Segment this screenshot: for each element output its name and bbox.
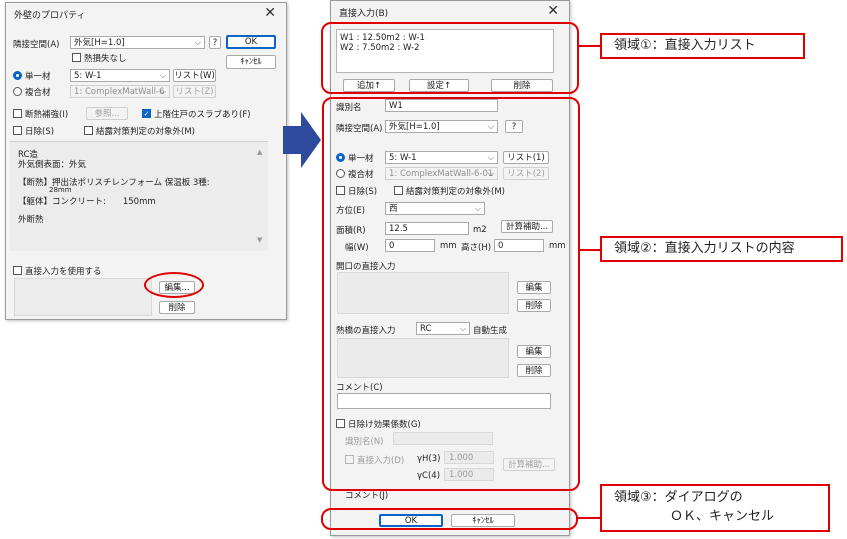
shade-checkbox[interactable] <box>13 126 22 135</box>
info-scrollbar[interactable]: ▲ ▼ <box>256 148 266 246</box>
info-line: 外断熱 <box>18 215 44 225</box>
condensation-checkbox[interactable] <box>84 126 93 135</box>
thermal-loss-label: 熱損失なし <box>84 54 127 64</box>
upper-slab-checkbox[interactable]: ✓ <box>142 109 151 118</box>
chevron-down-icon: ⌵ <box>159 87 166 96</box>
info-line: 【断熱】押出法ポリスチレンフォーム 保温板 3種: <box>18 178 210 188</box>
composite-material-value: 1: ComplexMatWall-6 <box>74 87 165 97</box>
single-material-select[interactable]: 5: W-1 ⌵ <box>70 69 170 82</box>
delete-button[interactable]: 削除 <box>159 301 195 314</box>
dialog-title: 直接入力(B) <box>339 9 389 19</box>
single-material-radio[interactable] <box>13 71 22 80</box>
adjacent-space-label: 隣接空間(A) <box>13 40 60 50</box>
region-2-connector <box>580 249 600 251</box>
condensation-label: 結露対策判定の対象外(M) <box>96 127 195 137</box>
adjacent-space-value: 外気[H=1.0] <box>74 38 125 48</box>
region-1-callout: 領域①：直接入力リスト <box>600 33 805 59</box>
region-2-callout: 領域②：直接入力リストの内容 <box>600 236 843 262</box>
direct-input-checkbox[interactable] <box>13 266 22 275</box>
insulation-checkbox[interactable] <box>13 109 22 118</box>
region-1-connector <box>579 45 600 47</box>
direct-input-preview <box>14 278 152 316</box>
list-w-button[interactable]: リスト(W) <box>173 69 216 82</box>
region-2-text: 領域②：直接入力リストの内容 <box>614 241 795 256</box>
direct-input-label: 直接入力を使用する <box>25 267 102 277</box>
adjacent-space-select[interactable]: 外気[H=1.0] ⌵ <box>70 36 205 49</box>
close-icon[interactable]: ✕ <box>547 3 559 19</box>
reference-button[interactable]: 参照... <box>86 107 128 120</box>
chevron-down-icon: ⌵ <box>159 71 166 80</box>
insulation-label: 断熱補強(I) <box>25 110 69 120</box>
upper-slab-label: 上階住戸のスラブあり(F) <box>154 110 251 120</box>
scroll-up-icon[interactable]: ▲ <box>257 148 262 156</box>
scroll-down-icon[interactable]: ▼ <box>257 236 262 244</box>
region-2-highlight <box>322 97 580 491</box>
region-1-highlight <box>321 22 579 94</box>
region-3-highlight <box>321 508 578 530</box>
chevron-down-icon: ⌵ <box>194 38 201 47</box>
composite-material-radio[interactable] <box>13 87 22 96</box>
title-bar: 直接入力(B) ✕ <box>331 1 569 23</box>
title-bar: 外壁のプロパティ ✕ <box>6 3 286 25</box>
composite-material-label: 複合材 <box>25 88 51 98</box>
close-icon[interactable]: ✕ <box>264 5 276 21</box>
info-line: 外気側表面：外気 <box>18 160 87 170</box>
region-1-text: 領域①：直接入力リスト <box>614 38 756 53</box>
info-line: 【躯体】コンクリート: 150mm <box>18 197 156 207</box>
ok-button[interactable]: OK <box>226 35 276 49</box>
info-line: 28mm <box>49 186 72 194</box>
shade-label: 日除(S) <box>25 127 55 137</box>
region-3-text-line2: ＯＫ、キャンセル <box>670 509 775 524</box>
region-3-text-line1: 領域③：ダイアログの <box>614 490 743 505</box>
single-material-label: 単一材 <box>25 72 51 82</box>
region-3-connector <box>578 517 600 519</box>
region-3-callout: 領域③：ダイアログの ＯＫ、キャンセル <box>600 484 830 532</box>
exterior-wall-properties-dialog: 外壁のプロパティ ✕ 隣接空間(A) 外気[H=1.0] ⌵ ? OK 熱損失なし… <box>5 2 287 320</box>
edit-button-highlight <box>144 272 204 298</box>
composite-material-select[interactable]: 1: ComplexMatWall-6 ⌵ <box>70 85 170 98</box>
cancel-button[interactable]: ｷｬﾝｾﾙ <box>226 55 276 69</box>
construction-info-panel: RC造 外気側表面：外気 【断熱】押出法ポリスチレンフォーム 保温板 3種: 2… <box>10 141 268 251</box>
list-z-button[interactable]: リスト(Z) <box>173 85 216 98</box>
thermal-loss-checkbox[interactable] <box>72 53 81 62</box>
single-material-value: 5: W-1 <box>74 71 102 81</box>
arrow-right-icon <box>283 112 321 168</box>
dialog-title: 外壁のプロパティ <box>14 11 86 21</box>
help-button[interactable]: ? <box>209 36 221 49</box>
